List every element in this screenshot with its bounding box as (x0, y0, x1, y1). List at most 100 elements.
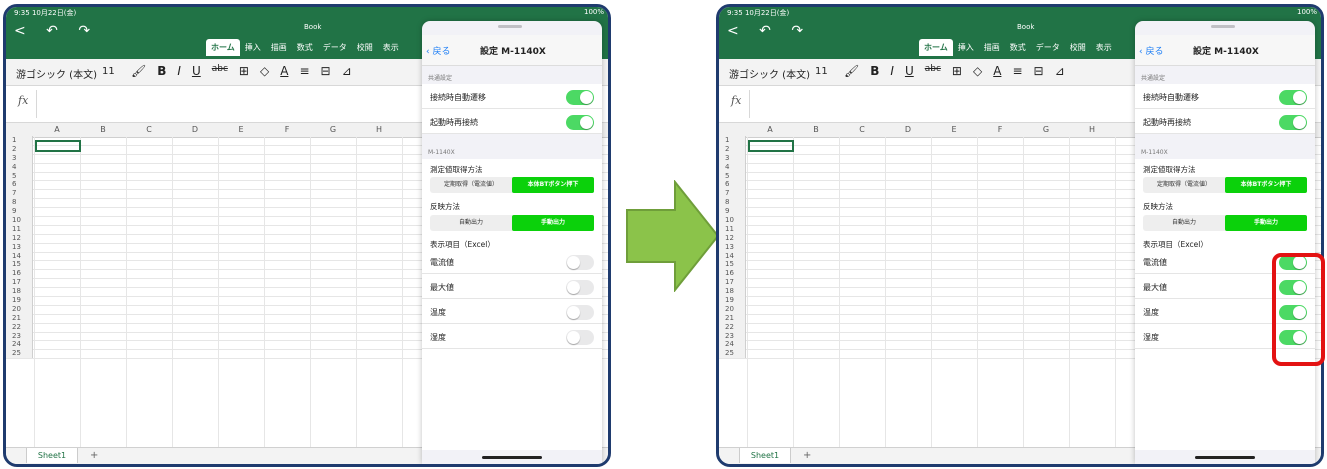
tab-insert[interactable]: 挿入 (240, 39, 266, 56)
max-toggle[interactable] (566, 280, 594, 295)
item-label: 温度 (1143, 308, 1159, 317)
segment-periodic[interactable]: 定期取得（電流値） (430, 177, 512, 193)
tab-review[interactable]: 校閲 (352, 39, 378, 56)
tab-data[interactable]: データ (1031, 39, 1065, 56)
back-undo-redo-icons[interactable]: < ↶ ↷ (727, 23, 811, 39)
tab-formulas[interactable]: 数式 (1005, 39, 1031, 56)
orientation-icon[interactable]: ⊿ (1055, 64, 1065, 78)
orientation-icon[interactable]: ⊿ (342, 64, 352, 78)
segment-auto-output[interactable]: 自動出力 (1143, 215, 1225, 231)
column-header[interactable]: G (1023, 125, 1069, 134)
current-toggle[interactable] (566, 255, 594, 270)
column-header[interactable]: F (264, 125, 310, 134)
column-header[interactable]: A (34, 125, 80, 134)
tab-view[interactable]: 表示 (378, 39, 404, 56)
add-sheet-button[interactable]: + (90, 448, 98, 463)
humidity-toggle[interactable] (566, 330, 594, 345)
tab-data[interactable]: データ (318, 39, 352, 56)
sheet-tab[interactable]: Sheet1 (739, 448, 791, 463)
row-number: 4 (719, 162, 746, 172)
column-header[interactable]: E (931, 125, 977, 134)
segment-periodic[interactable]: 定期取得（電流値） (1143, 177, 1225, 193)
back-button[interactable]: ‹ 戻る (1139, 44, 1163, 57)
selected-cell-a1[interactable] (35, 140, 81, 152)
tab-formulas[interactable]: 数式 (292, 39, 318, 56)
wrap-icon[interactable]: ⊟ (1034, 64, 1044, 78)
column-header[interactable]: H (356, 125, 402, 134)
status-time: 9:35 10月22日(金) (727, 9, 790, 17)
panel-header: ‹ 戻る 設定 M-1140X (422, 35, 602, 66)
tab-insert[interactable]: 挿入 (953, 39, 979, 56)
column-header[interactable]: A (747, 125, 793, 134)
segment-auto-output[interactable]: 自動出力 (430, 215, 512, 231)
column-header[interactable]: E (218, 125, 264, 134)
row-number: 20 (6, 304, 33, 314)
tab-home[interactable]: ホーム (206, 39, 240, 56)
bold-button[interactable]: B (870, 64, 879, 78)
align-icon[interactable]: ≡ (299, 64, 309, 78)
tab-draw[interactable]: 描画 (266, 39, 292, 56)
selected-cell-a1[interactable] (748, 140, 794, 152)
segment-manual-output[interactable]: 手動出力 (512, 215, 594, 231)
column-header[interactable]: F (977, 125, 1023, 134)
panel-grabber[interactable] (1211, 25, 1235, 28)
borders-icon[interactable]: ⊞ (952, 64, 962, 78)
column-header[interactable]: G (310, 125, 356, 134)
segment-manual-output[interactable]: 手動出力 (1225, 215, 1307, 231)
fill-color-icon[interactable]: ◇ (260, 64, 269, 78)
italic-button[interactable]: I (177, 64, 181, 78)
column-header[interactable]: B (80, 125, 126, 134)
format-painter-icon[interactable]: 🖌 (131, 64, 146, 78)
column-header[interactable]: B (793, 125, 839, 134)
reconnect-toggle[interactable] (1279, 115, 1307, 130)
auto-transition-toggle[interactable] (566, 90, 594, 105)
segment-bt-button[interactable]: 本体BTボタン押下 (1225, 177, 1307, 193)
underline-button[interactable]: U (905, 64, 914, 78)
fill-color-icon[interactable]: ◇ (973, 64, 982, 78)
temperature-toggle[interactable] (566, 305, 594, 320)
column-header[interactable]: C (126, 125, 172, 134)
font-size-selector[interactable]: 11 (102, 66, 115, 77)
setting-label: 接続時自動遷移 (1143, 93, 1199, 102)
wrap-icon[interactable]: ⊟ (321, 64, 331, 78)
panel-grabber[interactable] (498, 25, 522, 28)
row-number: 9 (719, 207, 746, 217)
italic-button[interactable]: I (890, 64, 894, 78)
row-number: 19 (719, 296, 746, 306)
column-header[interactable]: H (1069, 125, 1115, 134)
font-selector[interactable]: 游ゴシック (本文) (16, 66, 97, 81)
tab-review[interactable]: 校閲 (1065, 39, 1091, 56)
reconnect-toggle[interactable] (566, 115, 594, 130)
row-number: 19 (6, 296, 33, 306)
font-color-icon[interactable]: A (993, 64, 1001, 78)
font-size-selector[interactable]: 11 (815, 66, 828, 77)
back-label: 戻る (432, 47, 451, 57)
tab-draw[interactable]: 描画 (979, 39, 1005, 56)
font-selector[interactable]: 游ゴシック (本文) (729, 66, 810, 81)
settings-panel: ‹ 戻る 設定 M-1140X 共通設定 接続時自動遷移 起動時再接続 M-11… (1135, 21, 1315, 464)
tab-view[interactable]: 表示 (1091, 39, 1117, 56)
segment-bt-button[interactable]: 本体BTボタン押下 (512, 177, 594, 193)
column-header[interactable]: D (885, 125, 931, 134)
auto-transition-toggle[interactable] (1279, 90, 1307, 105)
tab-home[interactable]: ホーム (919, 39, 953, 56)
back-label: 戻る (1145, 47, 1164, 57)
row-number: 6 (6, 180, 33, 190)
column-header[interactable]: C (839, 125, 885, 134)
back-button[interactable]: ‹ 戻る (426, 44, 450, 57)
row-number: 1 (6, 136, 33, 145)
format-painter-icon[interactable]: 🖌 (844, 64, 859, 78)
column-header[interactable]: D (172, 125, 218, 134)
borders-icon[interactable]: ⊞ (239, 64, 249, 78)
sheet-tab[interactable]: Sheet1 (26, 448, 78, 463)
font-color-icon[interactable]: A (280, 64, 288, 78)
bold-button[interactable]: B (157, 64, 166, 78)
back-undo-redo-icons[interactable]: < ↶ ↷ (14, 23, 98, 39)
output-method-label: 反映方法 (430, 202, 460, 211)
strikethrough-button[interactable]: abc (925, 64, 941, 78)
align-icon[interactable]: ≡ (1012, 64, 1022, 78)
row-number: 18 (6, 287, 33, 297)
underline-button[interactable]: U (192, 64, 201, 78)
strikethrough-button[interactable]: abc (212, 64, 228, 78)
add-sheet-button[interactable]: + (803, 448, 811, 463)
